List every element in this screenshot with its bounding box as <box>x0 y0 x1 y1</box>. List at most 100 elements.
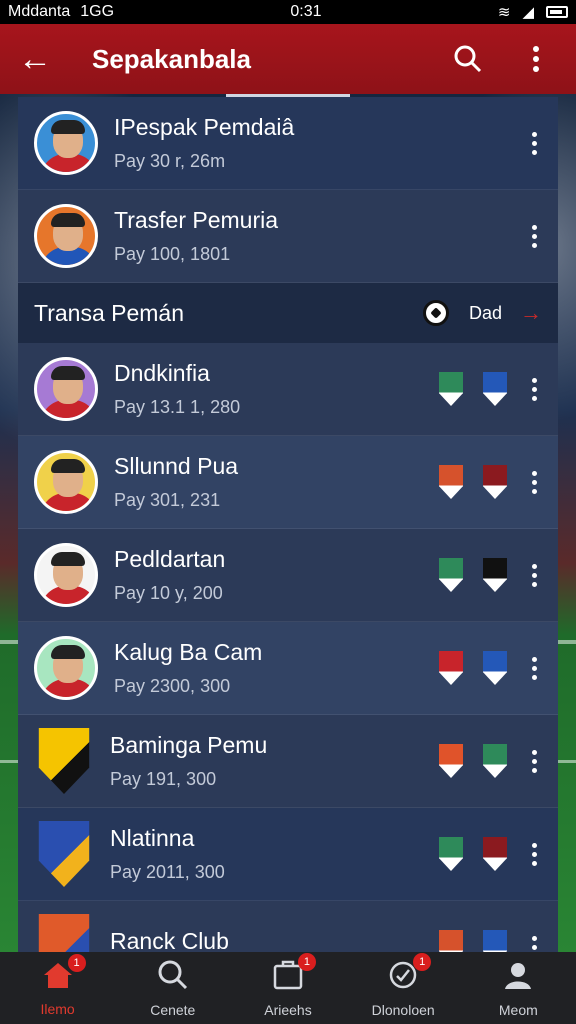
row-menu-icon[interactable] <box>524 563 544 587</box>
profile-icon <box>502 959 534 996</box>
club-badge-icon[interactable] <box>439 837 463 871</box>
row-menu-icon[interactable] <box>524 842 544 866</box>
club-crest <box>38 728 90 794</box>
row-info: Pedldartan Pay 10 y, 200 <box>114 546 436 605</box>
row-info: Sllunnd Pua Pay 301, 231 <box>114 453 436 512</box>
row-menu-icon[interactable] <box>524 749 544 773</box>
club-crest <box>38 821 90 887</box>
club-badges <box>436 465 510 499</box>
player-name: Baminga Pemu <box>110 731 268 758</box>
pay-text: Pay 30 r, 26m <box>114 151 226 172</box>
club-badge-icon[interactable] <box>439 558 463 592</box>
row-info: Kalug Ba Cam Pay 2300, 300 <box>114 639 436 698</box>
row-info: Trasfer Pemuria Pay 100, 1801 <box>114 207 524 266</box>
row-menu-icon[interactable] <box>524 224 544 248</box>
club-badge-icon[interactable] <box>483 651 507 685</box>
back-arrow-icon[interactable]: ← <box>18 42 70 76</box>
nav-label: Dlonoloen <box>371 1001 435 1018</box>
nav-label: Meom <box>498 1001 538 1018</box>
notification-badge: 1 <box>413 952 432 971</box>
player-avatar <box>34 357 98 421</box>
row-info: Baminga Pemu Pay 191, 300 <box>110 732 436 791</box>
player-avatar <box>34 204 98 268</box>
player-name: Ranck Club <box>110 928 229 952</box>
club-badges <box>436 558 510 592</box>
list-item[interactable]: Pedldartan Pay 10 y, 200 <box>18 529 558 622</box>
section-header: Transa Pemán Dad → <box>18 283 558 343</box>
player-avatar <box>34 111 98 175</box>
player-name: Kalug Ba Cam <box>114 638 263 665</box>
row-info: Dndkinfia Pay 13.1 1, 280 <box>114 360 436 419</box>
club-badges <box>436 837 510 871</box>
club-badge-icon[interactable] <box>439 744 463 778</box>
player-name: Pedldartan <box>114 545 226 572</box>
nav-item[interactable]: 1 Ilemo <box>8 953 108 1017</box>
nav-label: Ilemo <box>40 1000 75 1017</box>
pay-text: Pay 191, 300 <box>110 769 217 790</box>
list-item[interactable]: Kalug Ba Cam Pay 2300, 300 <box>18 622 558 715</box>
list-item[interactable]: Baminga Pemu Pay 191, 300 <box>18 715 558 808</box>
pay-text: Pay 2011, 300 <box>110 862 225 883</box>
network-label: 1GG <box>80 3 115 20</box>
club-badge-icon[interactable] <box>483 372 507 406</box>
row-menu-icon[interactable] <box>524 377 544 401</box>
search-icon[interactable] <box>446 37 490 81</box>
pay-text: Pay 13.1 1, 280 <box>114 397 241 418</box>
nav-item[interactable]: 1 Arieehs <box>238 952 338 1018</box>
carrier-label: Mddanta <box>8 3 71 20</box>
player-name: Nlatinna <box>110 824 195 851</box>
app-bar: ← Sepakanbala <box>0 24 576 94</box>
clock: 0:31 <box>290 3 322 20</box>
arrow-right-icon[interactable]: → <box>520 300 542 326</box>
notification-badge: 1 <box>297 952 316 971</box>
club-badge-icon[interactable] <box>439 372 463 406</box>
signal-icon: ◢ <box>522 4 534 21</box>
section-more-link[interactable]: Dad <box>469 303 502 324</box>
wifi-icon: ≋ <box>497 4 511 21</box>
club-badge-icon[interactable] <box>439 465 463 499</box>
nav-label: Arieehs <box>264 1001 312 1018</box>
list-item[interactable]: Sllunnd Pua Pay 301, 231 <box>18 436 558 529</box>
status-bar: Mddanta 1GG 0:31 ≋ ◢ <box>0 0 576 24</box>
club-badge-icon[interactable] <box>483 744 507 778</box>
pay-text: Pay 100, 1801 <box>114 244 231 265</box>
club-badges <box>436 651 510 685</box>
club-badges <box>436 930 510 952</box>
overflow-menu-icon[interactable] <box>514 37 558 81</box>
list-item[interactable]: IPespak Pemdaiâ Pay 30 r, 26m <box>18 97 558 190</box>
player-avatar <box>34 636 98 700</box>
player-avatar <box>34 450 98 514</box>
club-badge-icon[interactable] <box>439 651 463 685</box>
row-info: IPespak Pemdaiâ Pay 30 r, 26m <box>114 114 524 173</box>
row-info: Nlatinna Pay 2011, 300 <box>110 825 436 884</box>
row-info: Ranck Club <box>110 928 436 952</box>
list-item[interactable]: Dndkinfia Pay 13.1 1, 280 <box>18 343 558 436</box>
club-badge-icon[interactable] <box>439 930 463 952</box>
search-icon <box>157 959 189 996</box>
nav-label: Cenete <box>150 1001 196 1018</box>
list-item[interactable]: Trasfer Pemuria Pay 100, 1801 <box>18 190 558 283</box>
club-badge-icon[interactable] <box>483 558 507 592</box>
list-item[interactable]: Nlatinna Pay 2011, 300 <box>18 808 558 901</box>
transfer-list: IPespak Pemdaiâ Pay 30 r, 26m Trasfer Pemu… <box>18 97 558 952</box>
club-badge-icon[interactable] <box>483 465 507 499</box>
club-badge-icon[interactable] <box>483 837 507 871</box>
row-menu-icon[interactable] <box>524 131 544 155</box>
row-menu-icon[interactable] <box>524 656 544 680</box>
nav-item[interactable]: 1 Dlonoloen <box>353 952 453 1018</box>
nav-item[interactable]: Cenete <box>123 959 223 1018</box>
club-crest <box>38 914 90 952</box>
club-badges <box>436 744 510 778</box>
list-item[interactable]: Ranck Club <box>18 901 558 952</box>
page-title: Sepakanbala <box>92 43 251 74</box>
club-badges <box>436 372 510 406</box>
nav-item[interactable]: Meom <box>468 959 568 1018</box>
player-name: IPespak Pemdaiâ <box>114 113 295 140</box>
row-menu-icon[interactable] <box>524 935 544 953</box>
battery-icon <box>545 6 568 18</box>
bottom-navigation: 1 Ilemo Cenete 1 Arieehs 1 Dlonoloen Meom <box>0 952 576 1024</box>
player-name: Dndkinfia <box>114 359 210 386</box>
row-menu-icon[interactable] <box>524 470 544 494</box>
pay-text: Pay 10 y, 200 <box>114 583 223 604</box>
club-badge-icon[interactable] <box>483 930 507 952</box>
